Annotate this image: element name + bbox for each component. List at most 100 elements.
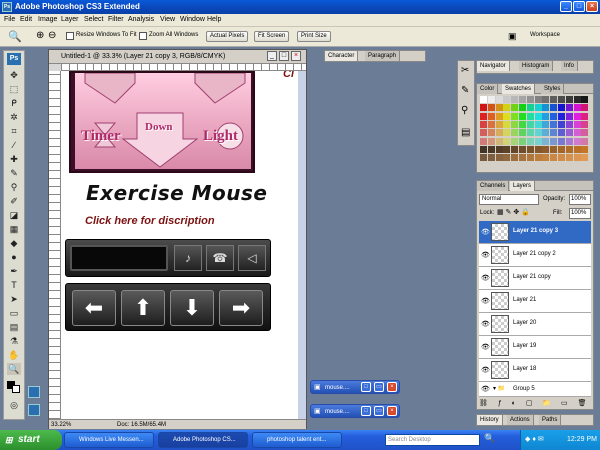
color-swatch[interactable]	[511, 145, 519, 153]
color-swatch[interactable]	[558, 129, 565, 137]
magic-wand-icon[interactable]: ✲	[7, 111, 21, 123]
lasso-tool-icon[interactable]: ᑭ	[7, 97, 21, 109]
actual-pixels-button[interactable]: Actual Pixels	[206, 31, 249, 42]
color-swatch[interactable]	[480, 104, 487, 112]
color-swatch[interactable]	[480, 96, 487, 103]
hand-tool-icon[interactable]: ✋	[7, 349, 21, 361]
color-swatch[interactable]	[550, 104, 558, 112]
layer-row[interactable]: 👁 Layer 20	[479, 313, 591, 336]
vertical-scrollbar[interactable]	[298, 71, 306, 419]
doc-minimize-button[interactable]: _	[267, 51, 277, 61]
blend-mode-select[interactable]: Normal	[479, 194, 539, 205]
color-swatch[interactable]	[558, 96, 565, 103]
zoom-tool-icon[interactable]: 🔍	[8, 30, 22, 43]
color-swatch[interactable]	[534, 145, 542, 153]
fill-field[interactable]: 100%	[569, 208, 591, 219]
color-swatch[interactable]	[511, 112, 519, 120]
print-size-button[interactable]: Print Size	[297, 31, 331, 42]
color-swatch[interactable]	[495, 154, 503, 162]
menu-view[interactable]: View	[160, 16, 175, 23]
doc-maximize-button[interactable]: □	[279, 51, 289, 61]
color-swatch[interactable]	[542, 96, 550, 103]
maximize-button[interactable]: ▭	[374, 406, 384, 416]
color-swatch[interactable]	[495, 120, 503, 128]
color-swatch[interactable]	[511, 96, 519, 103]
color-swatch[interactable]	[480, 145, 487, 153]
color-swatch[interactable]	[526, 96, 534, 103]
layer-row[interactable]: 👁 Layer 21 copy 3	[479, 221, 591, 244]
color-swatch[interactable]	[526, 137, 534, 145]
menu-edit[interactable]: Edit	[20, 16, 32, 23]
path-select-icon[interactable]: ➤	[7, 293, 21, 305]
color-swatch[interactable]	[519, 104, 526, 112]
color-swatch[interactable]	[581, 129, 589, 137]
color-swatch[interactable]	[565, 129, 573, 137]
color-swatch[interactable]	[550, 120, 558, 128]
color-swatch[interactable]	[503, 137, 511, 145]
tab-swatches[interactable]: Swatches	[502, 84, 536, 94]
color-swatch[interactable]	[480, 154, 487, 162]
zoom-all-checkbox[interactable]	[139, 32, 147, 40]
color-swatch[interactable]	[519, 120, 526, 128]
minimized-doc-icon[interactable]	[28, 386, 40, 398]
tab-paths[interactable]: Paths	[539, 415, 562, 425]
color-swatch[interactable]	[573, 129, 581, 137]
color-swatch[interactable]	[534, 137, 542, 145]
eye-icon[interactable]: 👁	[481, 228, 490, 236]
color-swatch[interactable]	[581, 154, 589, 162]
minimized-window[interactable]: ▣ mouse.... □ ▭ ×	[310, 380, 400, 394]
taskbar-item[interactable]: photoshop talent ent...	[252, 432, 342, 448]
color-swatch[interactable]	[487, 145, 495, 153]
color-swatch[interactable]	[495, 137, 503, 145]
color-swatch[interactable]	[534, 96, 542, 103]
eye-icon[interactable]: 👁	[481, 297, 490, 305]
color-swatch[interactable]	[573, 145, 581, 153]
color-swatch[interactable]	[581, 137, 589, 145]
color-swatch[interactable]	[565, 112, 573, 120]
color-swatch[interactable]	[542, 129, 550, 137]
swatch-grid[interactable]	[480, 96, 590, 164]
eye-icon[interactable]: 👁	[481, 320, 490, 328]
color-swatch[interactable]	[542, 120, 550, 128]
color-swatch[interactable]	[534, 112, 542, 120]
eye-icon[interactable]: 👁	[481, 251, 490, 259]
color-swatch[interactable]	[542, 137, 550, 145]
zoom-tool-box-icon[interactable]: 🔍	[7, 363, 21, 375]
close-button[interactable]: ×	[387, 382, 397, 392]
resize-windows-checkbox[interactable]	[66, 32, 74, 40]
color-swatch[interactable]	[558, 104, 565, 112]
color-swatch[interactable]	[519, 145, 526, 153]
menu-analysis[interactable]: Analysis	[128, 16, 154, 23]
healing-brush-icon[interactable]: ✚	[7, 153, 21, 165]
slice-tool-icon[interactable]: ∕	[7, 139, 21, 151]
tab-color[interactable]: Color	[477, 84, 499, 94]
color-swatch[interactable]	[511, 104, 519, 112]
color-swatch[interactable]	[550, 129, 558, 137]
color-swatch[interactable]	[511, 120, 519, 128]
color-swatch[interactable]	[487, 120, 495, 128]
brushes-panel-icon[interactable]: ✎	[461, 85, 469, 96]
tab-character[interactable]: Character	[325, 51, 359, 61]
color-swatch[interactable]	[487, 112, 495, 120]
shape-tool-icon[interactable]: ▭	[7, 307, 21, 319]
color-swatch[interactable]	[526, 120, 534, 128]
color-swatch[interactable]	[503, 154, 511, 162]
tab-paragraph[interactable]: Paragraph	[365, 51, 401, 61]
color-swatch[interactable]	[480, 120, 487, 128]
color-swatch[interactable]	[519, 96, 526, 103]
color-swatch[interactable]	[573, 104, 581, 112]
color-swatch[interactable]	[487, 154, 495, 162]
start-button[interactable]: ⊞ start	[0, 430, 62, 450]
restore-button[interactable]: □	[361, 382, 371, 392]
taskbar-item[interactable]: Windows Live Messen...	[64, 432, 154, 448]
color-swatch[interactable]	[519, 137, 526, 145]
restore-button[interactable]: □	[361, 406, 371, 416]
menu-select[interactable]: Select	[84, 16, 103, 23]
color-swatch[interactable]	[503, 112, 511, 120]
bridge-icon[interactable]: ▣	[508, 31, 517, 42]
color-swatch[interactable]	[519, 129, 526, 137]
color-swatch[interactable]	[511, 129, 519, 137]
menu-help[interactable]: Help	[207, 16, 221, 23]
tab-channels[interactable]: Channels	[477, 181, 510, 191]
layer-row[interactable]: 👁 Layer 21	[479, 290, 591, 313]
